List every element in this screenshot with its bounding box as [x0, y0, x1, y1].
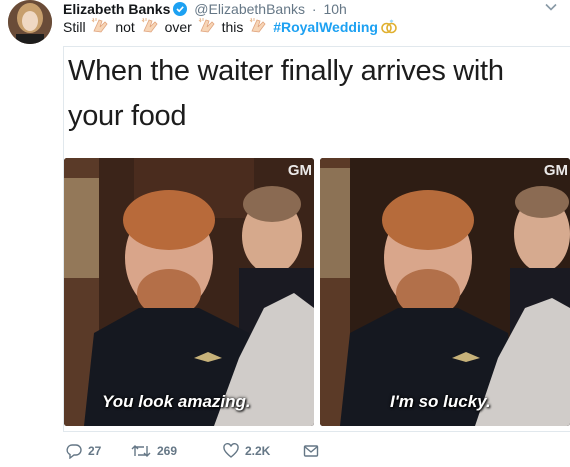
text-part-not: not	[115, 19, 135, 35]
clapping-hands-icon	[198, 17, 215, 33]
text-part-still: Still	[63, 19, 86, 35]
tweet-text: Still not over this #RoyalWedding	[63, 17, 398, 37]
message-button[interactable]	[303, 440, 319, 462]
text-part-over: over	[164, 19, 192, 35]
meme-panel-left: GM You look amazing.	[64, 158, 314, 426]
author-handle[interactable]: @ElizabethBanks	[194, 1, 305, 17]
reply-count: 27	[88, 444, 102, 458]
meme-image-right	[320, 158, 570, 426]
subtitle-left: You look amazing.	[102, 392, 251, 411]
hashtag-link[interactable]: #RoyalWedding	[273, 19, 378, 35]
reply-icon	[66, 444, 82, 459]
rings-icon	[381, 19, 397, 34]
media-card[interactable]: When the waiter finally arrives with you…	[63, 46, 570, 432]
avatar[interactable]	[8, 0, 52, 44]
retweet-button[interactable]: 269	[131, 440, 177, 462]
chevron-down-icon[interactable]	[544, 0, 558, 14]
clapping-hands-icon	[249, 17, 266, 33]
watermark-logo: GM	[287, 162, 312, 179]
like-count: 2.2K	[245, 444, 271, 458]
clapping-hands-icon	[92, 17, 108, 33]
tweet-header: Elizabeth Banks @ElizabethBanks · 10h	[63, 0, 347, 18]
watermark-logo: GM	[543, 162, 568, 179]
author-name[interactable]: Elizabeth Banks	[63, 1, 170, 17]
verified-badge-icon	[173, 2, 188, 16]
meme-caption: When the waiter finally arrives with you…	[68, 55, 504, 132]
clapping-hands-icon	[141, 17, 158, 33]
text-part-this: this	[221, 19, 244, 35]
meme-image-left	[64, 158, 314, 426]
tweet-time[interactable]: 10h	[323, 1, 346, 17]
retweet-icon	[131, 445, 151, 457]
like-button[interactable]: 2.2K	[223, 440, 270, 462]
retweet-count: 269	[157, 444, 178, 458]
message-icon	[303, 445, 319, 457]
reply-button[interactable]: 27	[66, 440, 101, 462]
meme-panel-right: GM I'm so lucky.	[320, 158, 570, 426]
subtitle-right: I'm so lucky.	[390, 392, 491, 411]
like-icon	[223, 443, 239, 458]
time-separator: ·	[311, 1, 317, 17]
